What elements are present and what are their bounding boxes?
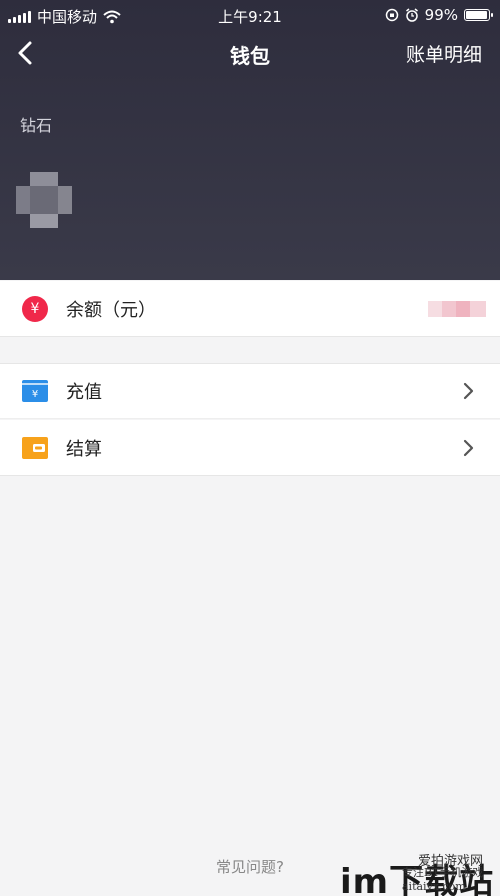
menu-item-label: 充值	[66, 382, 102, 403]
nav-bar: 钱包 账单明细	[0, 30, 500, 76]
alarm-icon	[405, 8, 418, 22]
chevron-right-icon	[463, 382, 474, 400]
bill-details-link[interactable]: 账单明细	[406, 40, 482, 67]
battery-icon	[464, 9, 493, 21]
menu-item-settlement[interactable]: 结算	[0, 420, 500, 476]
diamond-label: 钻石	[20, 116, 53, 135]
diamond-amount-blurred	[16, 172, 72, 228]
menu-item-recharge[interactable]: ¥ 充值	[0, 363, 500, 419]
watermark-line3: aitaiyx.com	[402, 880, 466, 893]
rotation-lock-icon	[385, 8, 398, 22]
wallet-icon	[22, 436, 48, 459]
chevron-right-icon	[463, 439, 474, 456]
balance-row[interactable]: ¥ 余额（元）	[0, 281, 500, 337]
balance-label: 余额（元）	[66, 299, 156, 321]
yen-icon: ¥	[22, 295, 48, 322]
recharge-card-icon: ¥	[22, 380, 48, 402]
menu-item-label: 结算	[66, 438, 102, 460]
balance-value-blurred	[428, 300, 486, 317]
site-watermark: im下载站 爱拍游戏网 专注BT手机游戏 aitaiyx.com	[340, 848, 500, 896]
wallet-header: 中国移动 上午9:21 99% 钱包 账单明细 钻石	[0, 0, 500, 280]
svg-text:¥: ¥	[32, 389, 38, 400]
status-bar: 中国移动 上午9:21 99%	[0, 0, 500, 30]
watermark-line2: 专注BT手机游戏	[402, 866, 484, 879]
battery-percent: 99%	[424, 6, 458, 24]
